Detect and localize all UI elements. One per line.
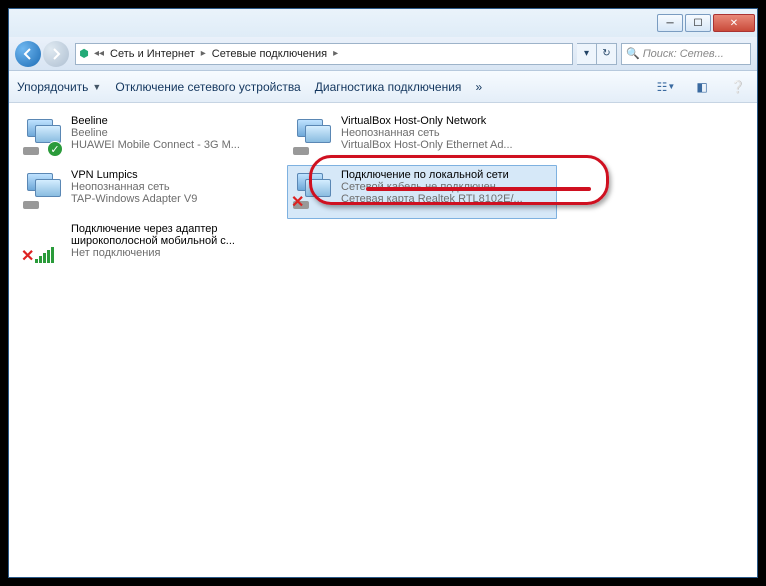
- overflow-button[interactable]: »: [475, 80, 482, 94]
- connection-device: HUAWEI Mobile Connect - 3G M...: [71, 139, 240, 151]
- organize-button[interactable]: Упорядочить ▼: [17, 80, 101, 94]
- forward-button[interactable]: [43, 41, 69, 67]
- explorer-window: ─ ☐ ✕ ⬢ ◂◂ Сеть и Интернет ▸ Сетевые под…: [8, 8, 758, 578]
- connection-device: VirtualBox Host-Only Ethernet Ad...: [341, 139, 513, 151]
- chevron-right-icon: ▸: [331, 48, 340, 59]
- arrow-left-icon: [22, 48, 34, 60]
- command-bar: Упорядочить ▼ Отключение сетевого устрой…: [9, 71, 757, 103]
- network-location-icon: ⬢: [76, 47, 92, 60]
- status-ok-icon: ✓: [47, 141, 63, 157]
- connection-title: Подключение по локальной сети: [341, 169, 523, 181]
- connection-title: VPN Lumpics: [71, 169, 197, 181]
- network-icon: [291, 115, 333, 157]
- status-error-icon: ✕: [21, 251, 35, 265]
- search-input[interactable]: 🔍 Поиск: Сетев...: [621, 43, 751, 65]
- connection-title: Beeline: [71, 115, 240, 127]
- search-placeholder: Поиск: Сетев...: [643, 48, 724, 60]
- status-error-icon: ✕: [291, 197, 305, 211]
- arrow-right-icon: [50, 48, 62, 60]
- network-icon: [21, 169, 63, 211]
- signal-bars-icon: [35, 247, 54, 263]
- chevron-right-icon: ▸: [199, 48, 208, 59]
- titlebar: ─ ☐ ✕: [9, 9, 757, 37]
- content-area: ✓ Beeline Beeline HUAWEI Mobile Connect …: [9, 103, 757, 577]
- help-button[interactable]: ❔: [727, 76, 749, 98]
- network-icon: ✕: [291, 169, 333, 211]
- disable-device-button[interactable]: Отключение сетевого устройства: [115, 80, 300, 94]
- connection-status: Сетевой кабель не подключен: [341, 181, 523, 193]
- connection-item[interactable]: VirtualBox Host-Only Network Неопознанна…: [287, 111, 557, 165]
- breadcrumb-root[interactable]: Сеть и Интернет: [106, 48, 199, 60]
- back-button[interactable]: [15, 41, 41, 67]
- connection-status: Beeline: [71, 127, 240, 139]
- connection-status: Неопознанная сеть: [341, 127, 513, 139]
- connection-item-selected[interactable]: ✕ Подключение по локальной сети Сетевой …: [287, 165, 557, 219]
- breadcrumb-separator-icon: ◂◂: [92, 48, 106, 59]
- view-button[interactable]: ☷ ▼: [655, 76, 677, 98]
- connection-status: Нет подключения: [71, 247, 283, 259]
- chevron-down-icon: ▼: [92, 82, 101, 92]
- address-dropdown[interactable]: ▾: [577, 43, 597, 65]
- preview-pane-button[interactable]: ◧: [691, 76, 713, 98]
- close-button[interactable]: ✕: [713, 14, 755, 32]
- network-icon: ✓: [21, 115, 63, 157]
- connection-title: VirtualBox Host-Only Network: [341, 115, 513, 127]
- address-bar[interactable]: ⬢ ◂◂ Сеть и Интернет ▸ Сетевые подключен…: [75, 43, 573, 65]
- connection-item[interactable]: VPN Lumpics Неопознанная сеть TAP-Window…: [17, 165, 287, 219]
- connection-item[interactable]: ✓ Beeline Beeline HUAWEI Mobile Connect …: [17, 111, 287, 165]
- minimize-button[interactable]: ─: [657, 14, 683, 32]
- refresh-button[interactable]: ↻: [597, 43, 617, 65]
- search-icon: 🔍: [626, 47, 640, 60]
- breadcrumb-current[interactable]: Сетевые подключения: [208, 48, 331, 60]
- connection-device: Сетевая карта Realtek RTL8102E/...: [341, 193, 523, 205]
- connection-title: Подключение через адаптер широкополосной…: [71, 223, 283, 247]
- connection-item[interactable]: ✕ Подключение через адаптер широкополосн…: [17, 219, 287, 273]
- connection-status: Неопознанная сеть: [71, 181, 197, 193]
- diagnose-button[interactable]: Диагностика подключения: [315, 80, 462, 94]
- network-icon: ✕: [21, 223, 63, 265]
- maximize-button[interactable]: ☐: [685, 14, 711, 32]
- navigation-bar: ⬢ ◂◂ Сеть и Интернет ▸ Сетевые подключен…: [9, 37, 757, 71]
- connection-device: TAP-Windows Adapter V9: [71, 193, 197, 205]
